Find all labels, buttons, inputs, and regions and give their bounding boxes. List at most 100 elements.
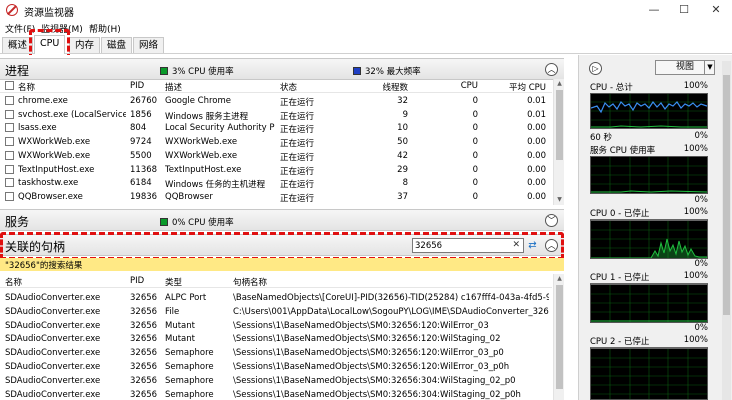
left-panel: 进程 3% CPU 使用率 32% 最大频率 ︿ 名称 PID 描述 状态 线程… xyxy=(0,55,564,400)
col-description[interactable]: 描述 xyxy=(165,81,182,93)
handle-type: ALPC Port xyxy=(165,293,207,303)
col-handle-image[interactable]: 名称 xyxy=(5,276,22,288)
table-row[interactable]: TextInputHost.exe 11368 TextInputHost.ex… xyxy=(0,163,552,177)
services-header[interactable]: 服务 0% CPU 使用率 ﹀ xyxy=(0,209,564,231)
scroll-down-icon[interactable]: ▼ xyxy=(554,195,565,205)
cpu-0-graph: CPU 0 - 已停止 100% 0% xyxy=(590,207,708,269)
process-cpu: 0 xyxy=(472,123,478,134)
process-avg-cpu: 0.00 xyxy=(527,137,546,148)
process-name: chrome.exe xyxy=(18,96,68,106)
cpu-1-graph: CPU 1 - 已停止 100% 0% xyxy=(590,271,708,333)
col-pid[interactable]: PID xyxy=(130,81,144,91)
col-cpu[interactable]: CPU xyxy=(430,81,478,91)
table-row[interactable]: WXWorkWeb.exe 9724 WXWorkWeb.exe 正在运行 50… xyxy=(0,135,552,149)
col-status[interactable]: 状态 xyxy=(280,81,297,93)
table-row[interactable]: SDAudioConverter.exe 32656 Semaphore \Se… xyxy=(0,388,552,400)
select-all-checkbox[interactable] xyxy=(5,81,14,90)
processes-scrollbar[interactable]: ▲ ▼ xyxy=(553,79,564,205)
handle-search-input[interactable] xyxy=(415,240,505,251)
service-cpu-chart xyxy=(590,156,708,194)
scroll-thumb[interactable] xyxy=(556,90,563,160)
table-row[interactable]: taskhostw.exe 6184 Windows 任务的主机进程 正在运行 … xyxy=(0,176,552,190)
handles-header[interactable]: 关联的句柄 ✕ ⇄ ︿ xyxy=(0,234,564,256)
scroll-thumb[interactable] xyxy=(723,75,730,315)
view-dropdown-icon[interactable]: ▼ xyxy=(704,61,715,74)
collapse-handles-icon[interactable]: ︿ xyxy=(545,239,558,252)
graph-title: 服务 CPU 使用率 xyxy=(590,146,656,156)
handles-scrollbar[interactable]: ▲ xyxy=(553,274,564,400)
tab-cpu[interactable]: CPU xyxy=(34,35,66,54)
handle-image: SDAudioConverter.exe xyxy=(5,348,101,359)
collapse-graph-panel-icon[interactable]: ▷ xyxy=(589,62,602,75)
table-row[interactable]: SDAudioConverter.exe 32656 Mutant \Sessi… xyxy=(0,332,552,346)
expand-services-icon[interactable]: ﹀ xyxy=(545,214,558,227)
handle-type: Semaphore xyxy=(165,389,214,400)
handle-name: \Sessions\1\BaseNamedObjects\SM0:32656:1… xyxy=(233,362,510,372)
process-name: taskhostw.exe xyxy=(18,178,79,189)
col-handle-type[interactable]: 类型 xyxy=(165,276,182,288)
table-row[interactable]: lsass.exe 804 Local Security Authority P… xyxy=(0,121,552,135)
row-checkbox[interactable] xyxy=(5,178,14,188)
process-pid: 11368 xyxy=(130,164,158,175)
col-handle-pid[interactable]: PID xyxy=(130,276,144,286)
scroll-thumb[interactable] xyxy=(556,285,563,389)
row-checkbox[interactable] xyxy=(5,137,14,147)
cpu-usage-legend-icon xyxy=(160,67,168,75)
handle-pid: 32656 xyxy=(130,362,158,372)
row-checkbox[interactable] xyxy=(5,191,14,201)
table-row[interactable]: SDAudioConverter.exe 32656 Semaphore \Se… xyxy=(0,360,552,374)
col-handle-name[interactable]: 句柄名称 xyxy=(233,276,267,288)
tab-network[interactable]: 网络 xyxy=(133,37,165,53)
col-avg-cpu[interactable]: 平均 CPU xyxy=(490,81,546,93)
scroll-up-icon[interactable]: ▲ xyxy=(554,274,565,284)
processes-header[interactable]: 进程 3% CPU 使用率 32% 最大频率 ︿ xyxy=(0,58,564,80)
collapse-processes-icon[interactable]: ︿ xyxy=(545,63,558,76)
process-status: 正在运行 xyxy=(280,193,315,204)
table-row[interactable]: SDAudioConverter.exe 32656 Mutant \Sessi… xyxy=(0,319,552,333)
clear-search-icon[interactable]: ✕ xyxy=(512,240,520,250)
handle-name: \Sessions\1\BaseNamedObjects\SM0:32656:3… xyxy=(233,375,516,386)
col-name[interactable]: 名称 xyxy=(18,81,35,93)
graph-panel-scrollbar[interactable] xyxy=(722,61,731,400)
handle-pid: 32656 xyxy=(130,306,158,317)
tab-overview[interactable]: 概述 xyxy=(2,37,34,53)
process-threads: 10 xyxy=(397,123,408,134)
table-row[interactable]: QQBrowser.exe 19836 QQBrowser 正在运行 37 0 … xyxy=(0,190,552,204)
minimize-button[interactable]: — xyxy=(640,2,668,18)
row-checkbox[interactable] xyxy=(5,96,14,105)
process-status: 正在运行 xyxy=(280,125,315,136)
scroll-up-icon[interactable]: ▲ xyxy=(554,79,565,89)
handle-search-box[interactable]: ✕ xyxy=(412,238,524,253)
process-cpu: 0 xyxy=(472,191,478,202)
services-cpu-usage: 0% CPU 使用率 xyxy=(160,216,234,228)
row-checkbox[interactable] xyxy=(5,164,14,174)
tab-bar: 概述 CPU 内存 磁盘 网络 xyxy=(0,34,732,54)
row-checkbox[interactable] xyxy=(5,109,14,119)
col-threads[interactable]: 线程数 xyxy=(360,81,408,93)
handle-pid: 32656 xyxy=(130,293,158,303)
row-checkbox[interactable] xyxy=(5,150,14,160)
tab-disk[interactable]: 磁盘 xyxy=(101,37,133,53)
handle-type: Mutant xyxy=(165,334,195,345)
maximize-button[interactable]: ☐ xyxy=(670,2,698,18)
process-status: 正在运行 xyxy=(280,139,315,150)
tab-memory[interactable]: 内存 xyxy=(69,37,101,53)
table-row[interactable]: SDAudioConverter.exe 32656 File C:\Users… xyxy=(0,305,552,319)
process-avg-cpu: 0.01 xyxy=(527,109,546,120)
process-name: TextInputHost.exe xyxy=(18,164,95,175)
row-checkbox[interactable] xyxy=(5,123,14,133)
table-row[interactable]: SDAudioConverter.exe 32656 Semaphore \Se… xyxy=(0,374,552,388)
handles-title: 关联的句柄 xyxy=(5,240,66,254)
handle-image: SDAudioConverter.exe xyxy=(5,320,101,331)
table-row[interactable]: WXWorkWeb.exe 5500 WXWorkWeb.exe 正在运行 42… xyxy=(0,149,552,163)
table-row[interactable]: chrome.exe 26760 Google Chrome 正在运行 32 0… xyxy=(0,94,552,108)
handle-image: SDAudioConverter.exe xyxy=(5,362,101,372)
process-threads: 37 xyxy=(397,191,408,202)
table-row[interactable]: SDAudioConverter.exe 32656 ALPC Port \Ba… xyxy=(0,291,552,305)
close-button[interactable]: ✕ xyxy=(702,2,730,18)
table-row[interactable]: SDAudioConverter.exe 32656 Semaphore \Se… xyxy=(0,346,552,360)
process-pid: 804 xyxy=(130,123,147,134)
handle-name: \Sessions\1\BaseNamedObjects\SM0:32656:1… xyxy=(233,320,489,331)
table-row[interactable]: svchost.exe (LocalServiceN... 1856 Windo… xyxy=(0,108,552,122)
refresh-search-icon[interactable]: ⇄ xyxy=(526,239,539,252)
